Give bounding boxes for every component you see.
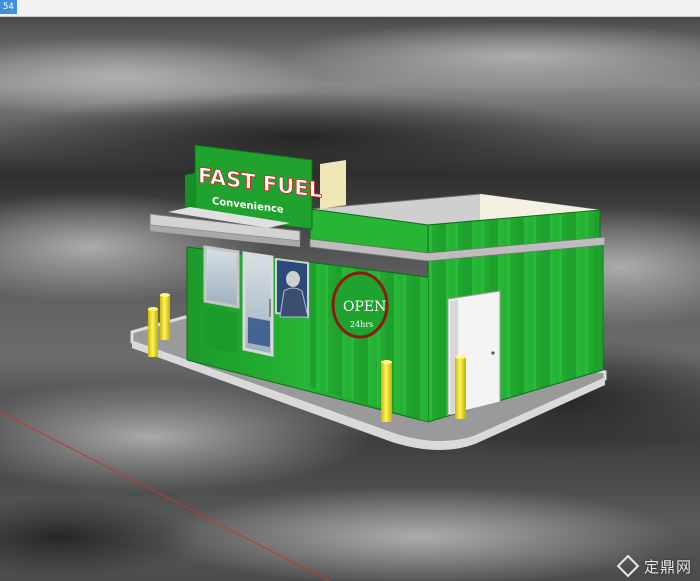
door-lower-panel [248, 317, 270, 347]
bollard [381, 360, 392, 422]
watermark: 定鼎网 [616, 554, 692, 578]
open-sign: OPEN 24hrs [331, 271, 389, 339]
window-tab[interactable]: 54 [0, 0, 17, 14]
scene-canvas: FAST FUEL Convenience OPEN 24hrs [0, 17, 700, 581]
3d-viewport[interactable]: FAST FUEL Convenience OPEN 24hrs [0, 17, 700, 581]
storefront-base-left [205, 307, 238, 353]
diamond-logo-icon [616, 554, 640, 578]
watermark-text: 定鼎网 [643, 557, 692, 576]
open-sign-hours: 24hrs [350, 320, 373, 329]
window-titlebar: 54 [0, 0, 700, 17]
door-knob-icon [491, 351, 495, 355]
bollard [148, 307, 158, 357]
bollard [160, 293, 170, 340]
roof-inner-corner [320, 160, 346, 209]
open-sign-text: OPEN [343, 299, 386, 315]
storefront-window-left [203, 245, 240, 309]
bollard [455, 355, 466, 419]
